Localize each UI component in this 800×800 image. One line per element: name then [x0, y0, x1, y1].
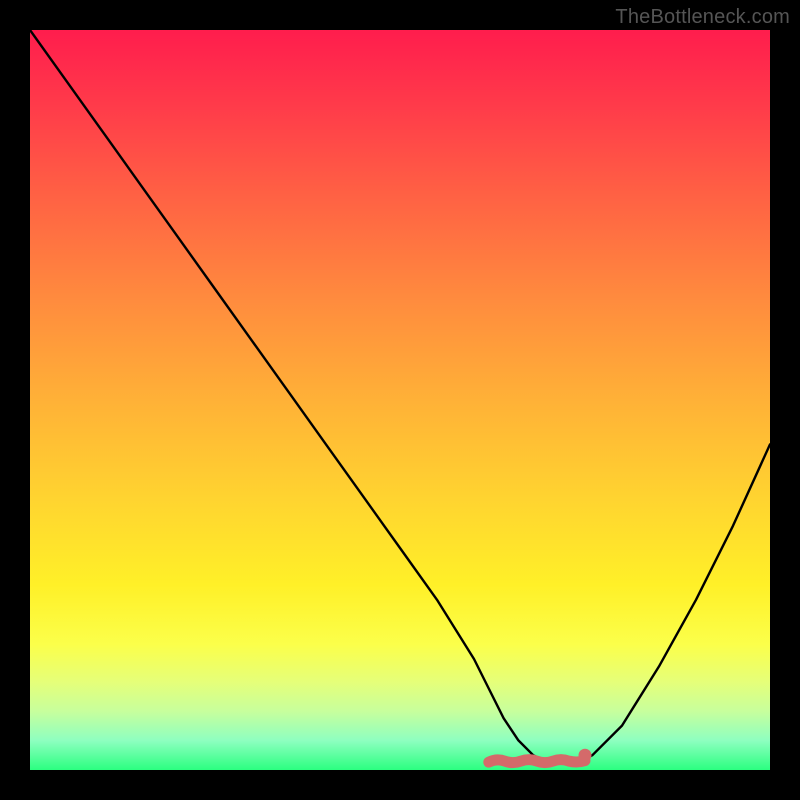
- bottleneck-curve: [30, 30, 770, 763]
- watermark-text: TheBottleneck.com: [615, 6, 790, 29]
- chart-svg: [30, 30, 770, 770]
- plot-area: [30, 30, 770, 770]
- optimal-band: [489, 760, 585, 763]
- optimal-marker: [579, 749, 592, 762]
- chart-container: TheBottleneck.com: [0, 0, 800, 800]
